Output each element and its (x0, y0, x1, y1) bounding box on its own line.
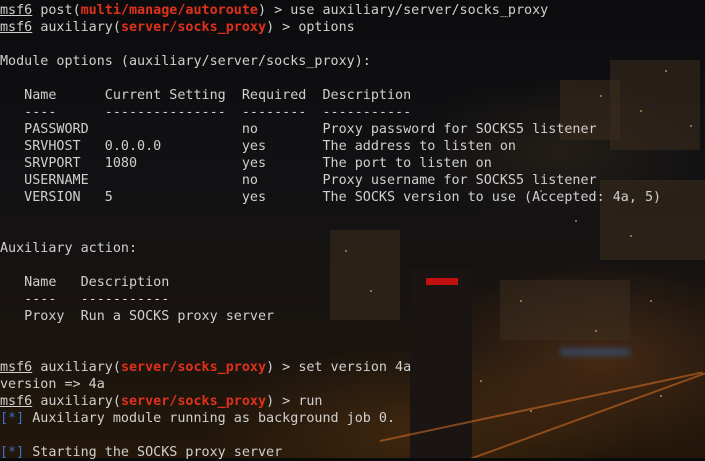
module-name: multi/manage/autoroute (80, 3, 258, 18)
command-text: options (298, 20, 355, 35)
table-divider: ---- ----------- (0, 292, 170, 307)
prompt-label: msf6 (0, 360, 33, 375)
command-text: use auxiliary/server/socks_proxy (290, 3, 549, 18)
terminal-window[interactable]: msf6 post(multi/manage/autoroute) > use … (0, 0, 705, 460)
terminal-line: msf6 auxiliary(server/socks_proxy) > opt… (0, 20, 355, 35)
section-heading: Auxiliary action: (0, 241, 138, 256)
table-row: SRVPORT 1080 yes The port to listen on (0, 156, 492, 171)
table-divider: ---- --------------- -------- ----------… (0, 105, 412, 120)
module-name: server/socks_proxy (120, 20, 267, 35)
module-name: server/socks_proxy (120, 360, 267, 375)
terminal-line: msf6 auxiliary(server/socks_proxy) > run (0, 394, 323, 409)
prompt-label: msf6 (0, 394, 33, 409)
terminal-line: msf6 auxiliary(server/socks_proxy) > set… (0, 360, 412, 375)
command-text: set version 4a (298, 360, 412, 375)
section-heading: Module options (auxiliary/server/socks_p… (0, 54, 371, 69)
table-row: USERNAME no Proxy username for SOCKS5 li… (0, 173, 597, 188)
table-row: Proxy Run a SOCKS proxy server (0, 309, 275, 324)
status-marker: [*] (0, 411, 25, 426)
status-line: [*] Auxiliary module running as backgrou… (0, 411, 396, 426)
table-row: VERSION 5 yes The SOCKS version to use (… (0, 190, 662, 205)
output-line: version => 4a (0, 377, 105, 392)
table-header: Name Description (0, 275, 170, 290)
prompt-label: msf6 (0, 20, 33, 35)
table-header: Name Current Setting Required Descriptio… (0, 88, 412, 103)
terminal-line: msf6 post(multi/manage/autoroute) > use … (0, 3, 549, 18)
table-row: PASSWORD no Proxy password for SOCKS5 li… (0, 122, 597, 137)
prompt-label: msf6 (0, 3, 33, 18)
table-row: SRVHOST 0.0.0.0 yes The address to liste… (0, 139, 516, 154)
status-line: [*] Starting the SOCKS proxy server (0, 445, 283, 460)
command-text: run (298, 394, 323, 409)
module-name: server/socks_proxy (120, 394, 267, 409)
